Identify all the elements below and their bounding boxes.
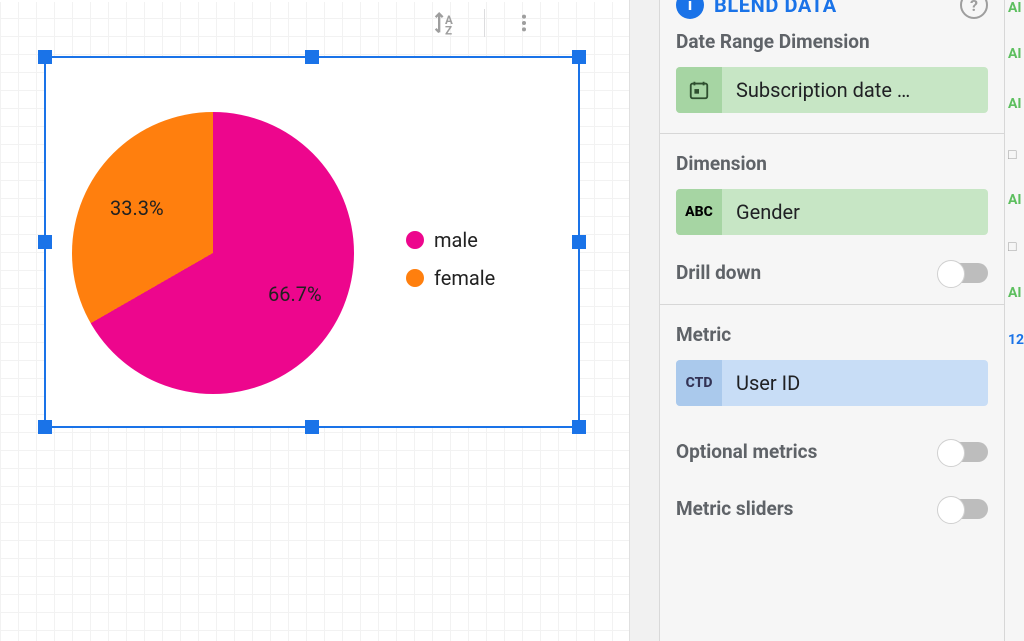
right-rail: AI AI AI □ AI □ AI 12 <box>1004 0 1024 641</box>
chip-dimension-label: Gender <box>722 200 988 224</box>
help-icon[interactable]: ? <box>960 0 988 19</box>
toggle-drill-down[interactable] <box>940 263 988 283</box>
resize-handle-bl[interactable] <box>38 420 52 434</box>
pie-slice-label-male: 66.7% <box>268 282 322 306</box>
chart-legend: male female <box>406 228 495 290</box>
rail-item-0[interactable]: AI <box>1008 0 1022 16</box>
label-drill-down: Drill down <box>676 261 761 284</box>
toggle-metric-sliders[interactable] <box>940 499 988 519</box>
rail-item-6[interactable]: AI <box>1008 285 1022 301</box>
more-options-icon[interactable] <box>507 6 541 40</box>
label-dimension: Dimension <box>676 152 988 175</box>
resize-handle-br[interactable] <box>572 420 586 434</box>
section-blend: i BLEND DATA ? Date Range Dimension Subs… <box>660 0 1004 134</box>
rail-item-2[interactable]: AI <box>1008 96 1022 112</box>
pie-slice-label-female: 33.3% <box>110 196 164 220</box>
canvas-top-tools: A Z <box>428 6 541 40</box>
config-panel: i BLEND DATA ? Date Range Dimension Subs… <box>660 0 1004 641</box>
rail-item-3[interactable]: □ <box>1008 146 1016 163</box>
rail-item-1[interactable]: AI <box>1008 46 1022 62</box>
blend-data-button[interactable]: BLEND DATA <box>714 0 837 17</box>
chip-date-range[interactable]: Subscription date … <box>676 67 988 113</box>
calendar-icon <box>676 67 722 113</box>
legend-swatch-female <box>406 269 424 287</box>
resize-handle-tm[interactable] <box>305 50 319 64</box>
sort-az-icon[interactable]: A Z <box>428 6 462 40</box>
canvas-area[interactable]: A Z 33.3% 66.7% male <box>0 0 630 641</box>
resize-handle-tr[interactable] <box>572 50 586 64</box>
chip-dimension[interactable]: ABC Gender <box>676 189 988 235</box>
rail-item-7[interactable]: 12 <box>1008 332 1024 348</box>
section-metric: Metric CTD User ID Optional metrics Metr… <box>660 305 1004 540</box>
rail-item-5[interactable]: □ <box>1008 238 1016 255</box>
toggle-optional-metrics[interactable] <box>940 442 988 462</box>
legend-item-female[interactable]: female <box>406 266 495 290</box>
ctd-type-icon: CTD <box>676 360 722 406</box>
label-optional-metrics: Optional metrics <box>676 440 817 463</box>
chip-metric[interactable]: CTD User ID <box>676 360 988 406</box>
abc-type-icon: ABC <box>676 189 722 235</box>
legend-swatch-male <box>406 231 424 249</box>
panel-gutter[interactable] <box>630 0 660 641</box>
chip-date-range-label: Subscription date … <box>722 78 988 102</box>
toolbar-divider <box>484 9 485 37</box>
chart-selection-frame[interactable]: 33.3% 66.7% male female <box>44 56 580 428</box>
resize-handle-tl[interactable] <box>38 50 52 64</box>
resize-handle-lm[interactable] <box>38 235 52 249</box>
rail-item-4[interactable]: AI <box>1008 192 1022 208</box>
legend-label-female: female <box>434 266 495 290</box>
resize-handle-bm[interactable] <box>305 420 319 434</box>
label-metric-sliders: Metric sliders <box>676 497 793 520</box>
pie-disc <box>72 112 354 394</box>
legend-label-male: male <box>434 228 478 252</box>
legend-item-male[interactable]: male <box>406 228 495 252</box>
section-dimension: Dimension ABC Gender Drill down <box>660 134 1004 305</box>
resize-handle-rm[interactable] <box>572 235 586 249</box>
label-date-range-dimension: Date Range Dimension <box>676 30 988 53</box>
svg-text:Z: Z <box>445 24 452 37</box>
label-metric: Metric <box>676 323 988 346</box>
pie-chart: 33.3% 66.7% <box>72 112 372 412</box>
chip-metric-label: User ID <box>722 371 988 395</box>
info-badge-icon[interactable]: i <box>676 0 704 19</box>
